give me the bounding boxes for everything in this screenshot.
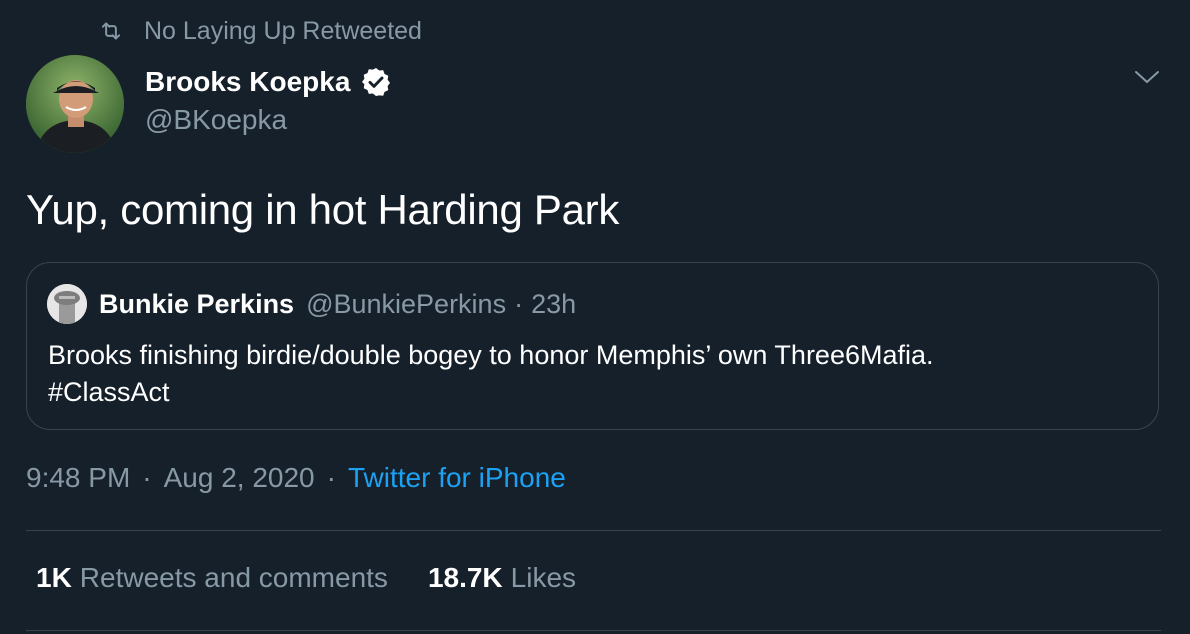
- quoted-tweet-text: Brooks finishing birdie/double bogey to …: [48, 337, 934, 411]
- quoted-separator: ·: [514, 288, 524, 319]
- divider: [26, 630, 1161, 631]
- meta-separator: ·: [326, 462, 336, 493]
- tweet-date[interactable]: Aug 2, 2020: [164, 462, 315, 494]
- tweet-time[interactable]: 9:48 PM: [26, 462, 130, 494]
- likes-label: Likes: [510, 562, 577, 593]
- tweet-meta: 9:48 PM · Aug 2, 2020 · Twitter for iPho…: [26, 462, 566, 494]
- quoted-timestamp: 23h: [531, 288, 577, 319]
- likes-stat[interactable]: 18.7K Likes: [428, 562, 576, 594]
- retweet-banner-text: No Laying Up Retweeted: [144, 16, 422, 45]
- divider: [26, 530, 1161, 531]
- chevron-down-icon[interactable]: [1134, 67, 1160, 87]
- retweet-icon: [101, 22, 121, 40]
- quoted-tweet-card[interactable]: Bunkie Perkins @BunkiePerkins · 23h Broo…: [26, 262, 1159, 430]
- quoted-text-line: Brooks finishing birdie/double bogey to …: [48, 340, 934, 370]
- tweet-text: Yup, coming in hot Harding Park: [26, 186, 620, 233]
- verified-badge-icon: [362, 68, 391, 96]
- likes-count: 18.7K: [427, 562, 503, 593]
- retweets-stat[interactable]: 1K Retweets and comments: [36, 562, 388, 594]
- retweets-label: Retweets and comments: [79, 562, 388, 593]
- tweet-stats: 1K Retweets and comments 18.7K Likes: [36, 562, 616, 594]
- tweet-source-link[interactable]: Twitter for iPhone: [348, 462, 566, 494]
- author-display-name[interactable]: Brooks Koepka: [145, 66, 350, 98]
- quoted-author-name: Bunkie Perkins: [99, 288, 295, 319]
- quoted-tweet-header: Bunkie Perkins @BunkiePerkins · 23h: [47, 284, 577, 324]
- author-handle[interactable]: @BKoepka: [145, 104, 392, 136]
- author-info[interactable]: Brooks Koepka @BKoepka: [145, 62, 392, 136]
- quoted-author-avatar[interactable]: [47, 284, 87, 324]
- avatar-image: [26, 55, 124, 153]
- quoted-author-handle: @BunkiePerkins: [306, 288, 507, 319]
- retweets-count: 1K: [36, 562, 72, 593]
- quoted-hashtag[interactable]: #ClassAct: [48, 374, 934, 411]
- quoted-avatar-image: [47, 284, 87, 324]
- meta-separator: ·: [142, 462, 152, 493]
- retweet-banner[interactable]: No Laying Up Retweeted: [96, 14, 422, 48]
- author-avatar[interactable]: [26, 55, 124, 153]
